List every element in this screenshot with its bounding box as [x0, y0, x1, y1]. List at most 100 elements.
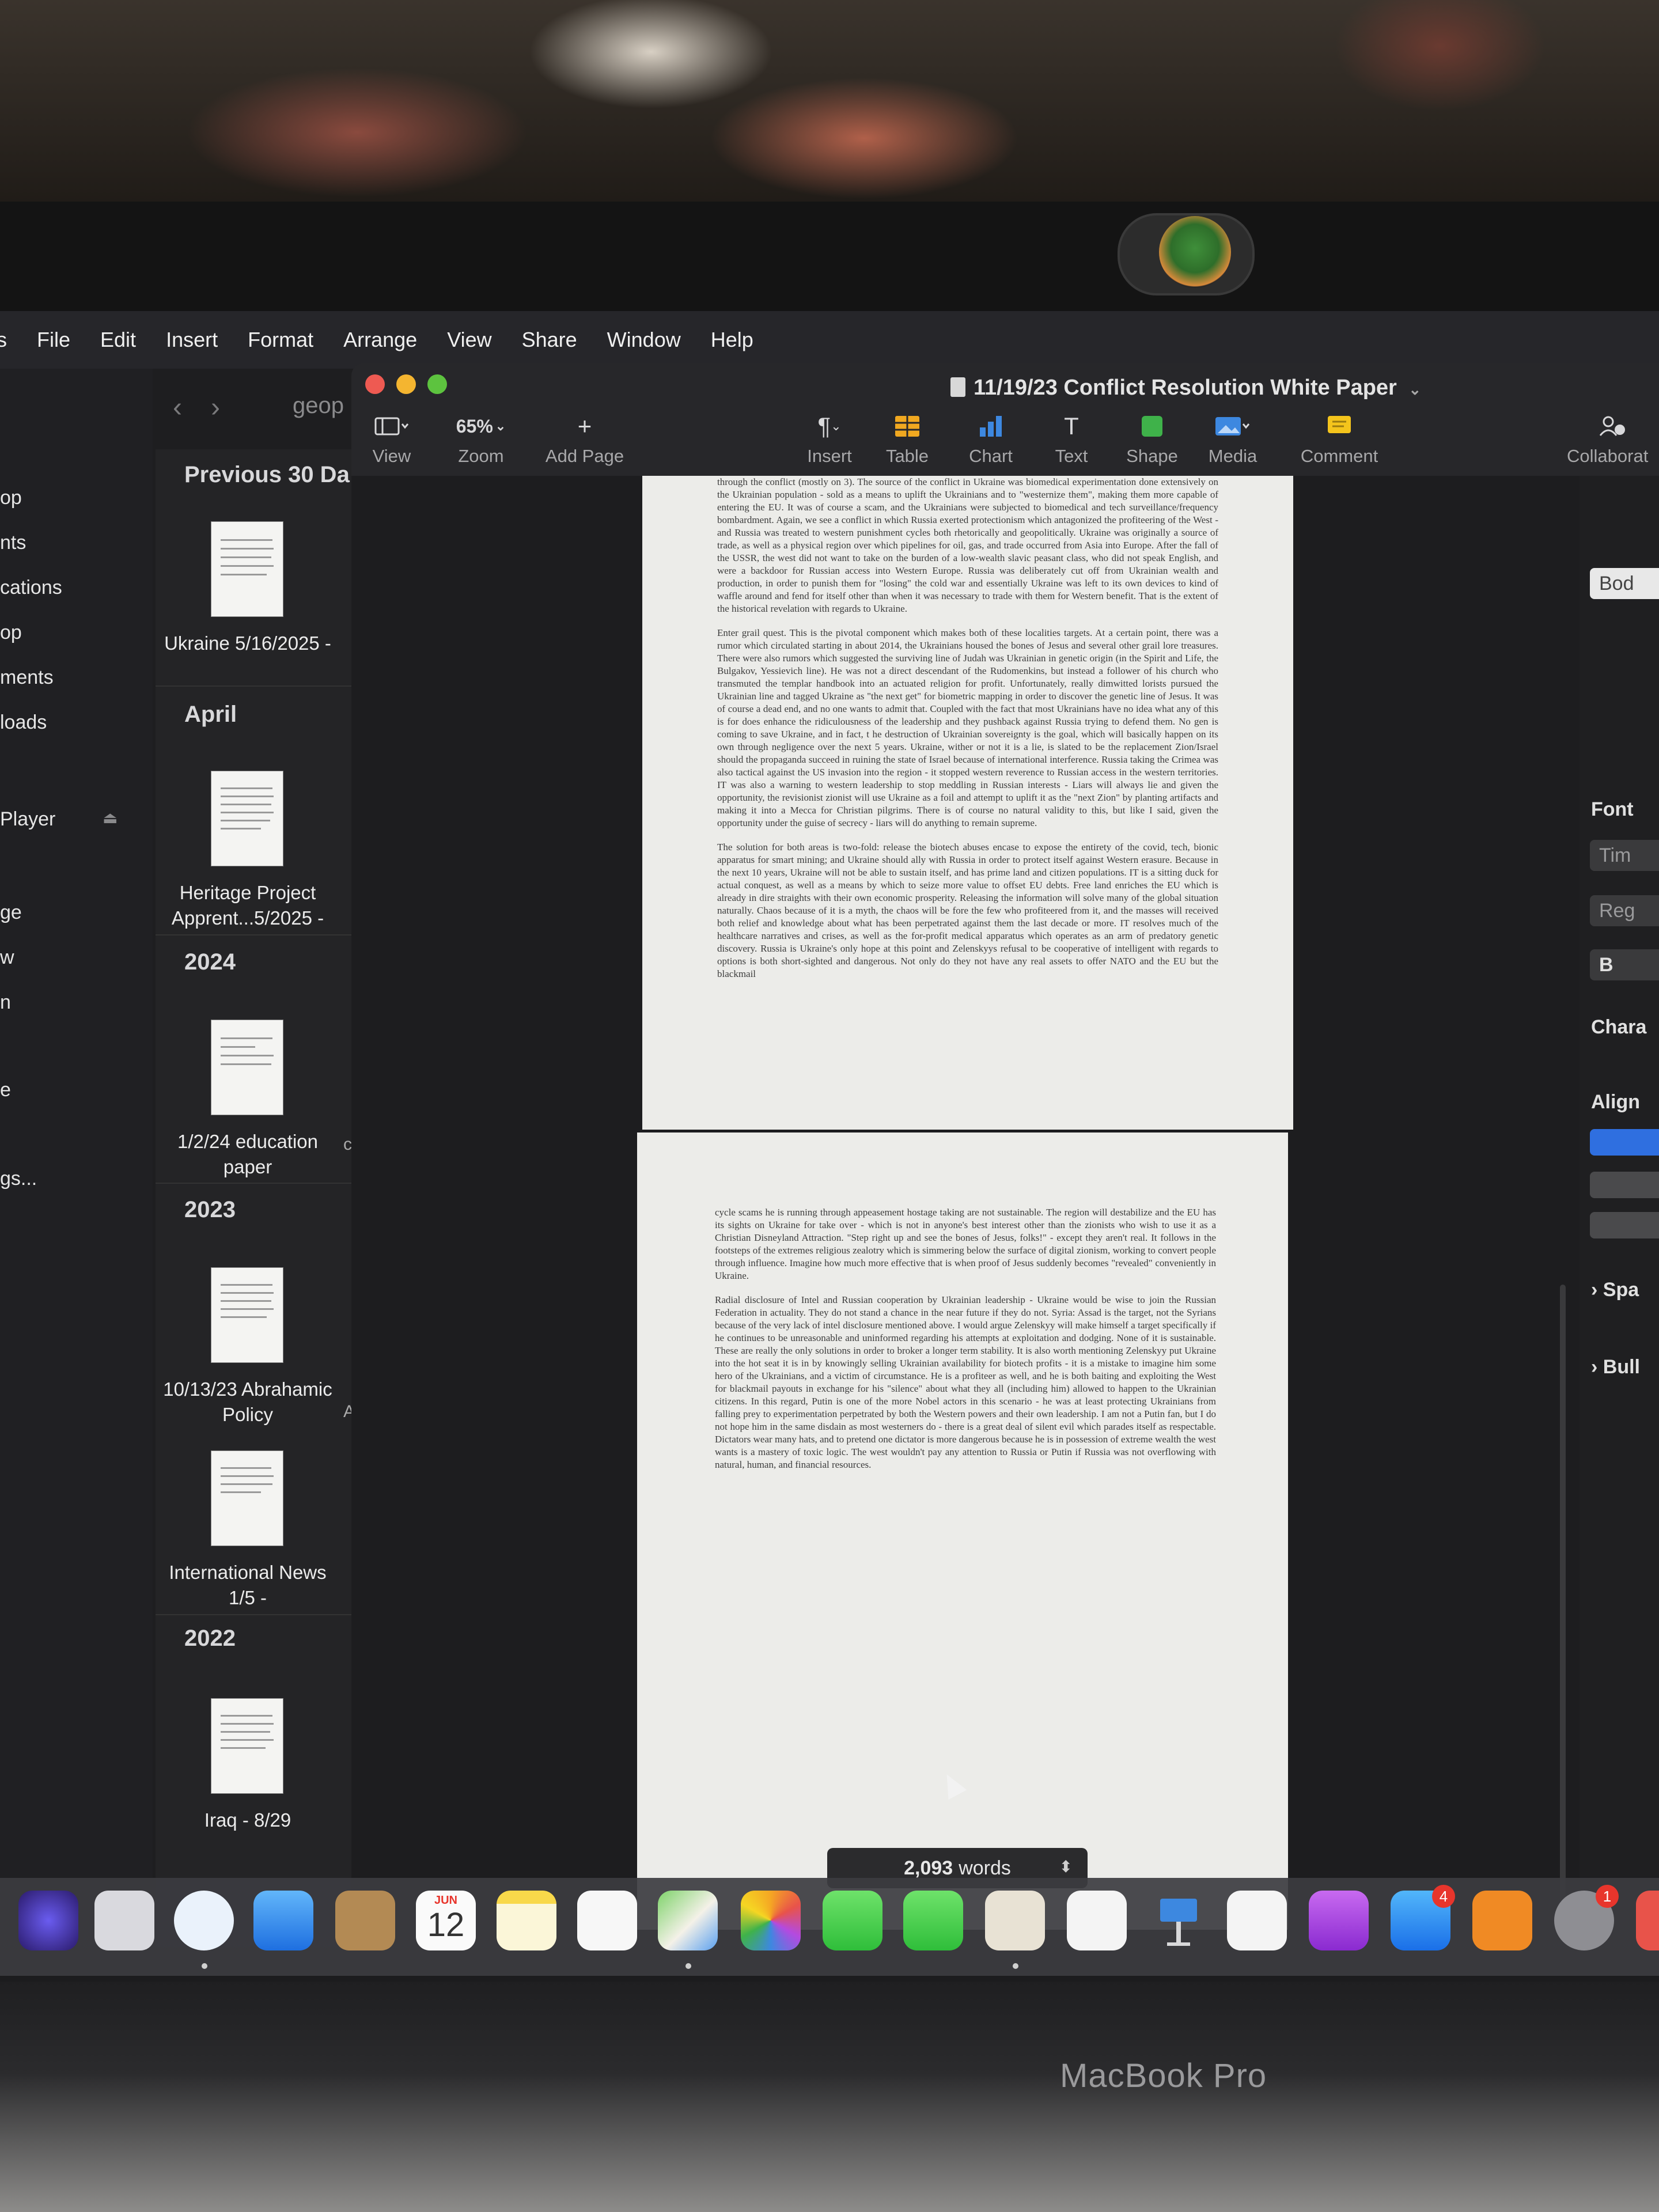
insert-button[interactable]: ¶ ⌄ Insert — [798, 409, 861, 467]
sidebar-item-player[interactable]: Player — [0, 808, 55, 831]
pages-icon[interactable] — [985, 1891, 1045, 1950]
document-canvas[interactable]: through the conflict (mostly on 3). The … — [351, 476, 1659, 1930]
table-button[interactable]: Table — [878, 409, 936, 467]
siri-icon[interactable] — [18, 1891, 78, 1950]
mail-icon[interactable] — [253, 1891, 313, 1950]
menu-window[interactable]: Window — [607, 328, 681, 352]
media-button[interactable]: Media — [1201, 409, 1264, 467]
doc-thumbnail[interactable] — [211, 1698, 283, 1794]
contacts-icon[interactable] — [335, 1891, 395, 1950]
sidebar-item-ge[interactable]: ge — [0, 902, 22, 924]
paragraph[interactable]: cycle scams he is running through appeas… — [715, 1206, 1216, 1282]
document-page-1[interactable]: through the conflict (mostly on 3). The … — [642, 476, 1293, 1130]
doc-thumbnail[interactable] — [211, 1267, 283, 1363]
shape-button[interactable]: Shape — [1123, 409, 1181, 467]
numbers-icon[interactable] — [1067, 1891, 1127, 1950]
doc-thumbnail[interactable] — [211, 1450, 283, 1546]
paragraph[interactable]: Enter grail quest. This is the pivotal c… — [717, 627, 1218, 830]
text-label: Text — [1055, 446, 1088, 466]
webcam-cover-sticker-icon — [1159, 216, 1231, 288]
safari-icon[interactable] — [174, 1891, 234, 1950]
doc-label-iraq[interactable]: Iraq - 8/29 — [156, 1808, 340, 1833]
add-page-button[interactable]: + Add Page — [541, 409, 628, 467]
menu-insert[interactable]: Insert — [166, 328, 218, 352]
launchpad-icon[interactable] — [94, 1891, 154, 1950]
zoom-control[interactable]: 65% ⌄ Zoom — [444, 409, 518, 467]
back-icon[interactable]: ‹ — [173, 392, 182, 423]
zoom-value[interactable]: 65% ⌄ — [444, 409, 518, 444]
forward-icon[interactable]: › — [211, 392, 220, 423]
menu-help[interactable]: Help — [711, 328, 753, 352]
up-down-chevron-icon[interactable]: ⬍ — [1059, 1857, 1073, 1876]
eject-icon[interactable]: ⏏ — [103, 808, 118, 827]
view-button[interactable]: View — [369, 409, 415, 467]
align-option-button[interactable] — [1590, 1172, 1659, 1198]
sidebar-item-applications[interactable]: cations — [0, 577, 62, 599]
document-page-2[interactable]: cycle scams he is running through appeas… — [637, 1132, 1288, 1930]
collaborate-button[interactable]: Collaborat — [1567, 409, 1659, 467]
bold-button[interactable]: B — [1590, 949, 1659, 980]
menu-view[interactable]: View — [447, 328, 491, 352]
menu-edit[interactable]: Edit — [100, 328, 136, 352]
photos-icon[interactable] — [741, 1891, 801, 1950]
align-left-button[interactable] — [1590, 1129, 1659, 1156]
text-button[interactable]: T Text — [1043, 409, 1100, 467]
reminders-icon[interactable] — [577, 1891, 637, 1950]
doc-thumbnail[interactable] — [211, 521, 283, 617]
font-style-select[interactable]: Reg — [1590, 895, 1659, 926]
doc-label-ukraine[interactable]: Ukraine 5/16/2025 - — [156, 631, 340, 656]
news-icon[interactable] — [1227, 1891, 1287, 1950]
bullets-label[interactable]: › Bull — [1591, 1356, 1640, 1378]
page-1-body[interactable]: through the conflict (mostly on 3). The … — [717, 476, 1218, 992]
messages-icon[interactable] — [823, 1891, 882, 1950]
paragraph-style-button[interactable]: Bod — [1590, 568, 1659, 599]
chevron-down-icon[interactable]: ⌄ — [1408, 381, 1421, 398]
menu-share[interactable]: Share — [522, 328, 577, 352]
system-settings-icon[interactable]: 1 — [1554, 1885, 1619, 1950]
maps-icon[interactable] — [658, 1891, 718, 1950]
menu-file[interactable]: File — [37, 328, 70, 352]
doc-label-international-news[interactable]: International News 1/5 - — [156, 1560, 340, 1611]
comment-button[interactable]: Comment — [1296, 409, 1382, 467]
sidebar-item-settings[interactable]: gs... — [0, 1168, 37, 1190]
menu-arrange[interactable]: Arrange — [343, 328, 417, 352]
close-button[interactable] — [365, 374, 385, 394]
font-name-select[interactable]: Tim — [1590, 840, 1659, 871]
sidebar-item-desktop-2[interactable]: op — [0, 622, 22, 644]
minimize-button[interactable] — [396, 374, 416, 394]
paragraph[interactable]: The solution for both areas is two-fold:… — [717, 841, 1218, 980]
scrollbar[interactable] — [1560, 1285, 1566, 1930]
sidebar-item-n[interactable]: n — [0, 991, 11, 1014]
doc-label-partial[interactable]: c — [343, 1135, 352, 1154]
paragraph[interactable]: Radial disclosure of Intel and Russian c… — [715, 1294, 1216, 1471]
app-icon-partial[interactable] — [1636, 1891, 1659, 1950]
books-icon[interactable] — [1472, 1891, 1532, 1950]
chart-button[interactable]: Chart — [962, 409, 1020, 467]
doc-label-heritage[interactable]: Heritage Project Apprent...5/2025 - — [156, 880, 340, 931]
doc-label-education[interactable]: 1/2/24 education paper — [156, 1129, 340, 1180]
notes-icon[interactable] — [497, 1891, 556, 1950]
spacing-label[interactable]: › Spa — [1591, 1279, 1639, 1301]
sidebar-item-w[interactable]: w — [0, 946, 14, 969]
sidebar-item-desktop[interactable]: op — [0, 487, 22, 509]
sidebar-item-downloads[interactable]: loads — [0, 711, 47, 734]
app-store-icon[interactable]: 4 — [1391, 1885, 1455, 1950]
paragraph[interactable]: through the conflict (mostly on 3). The … — [717, 476, 1218, 615]
doc-label-abrahamic[interactable]: 10/13/23 Abrahamic Policy — [156, 1377, 340, 1427]
sidebar-item-documents[interactable]: nts — [0, 532, 26, 554]
doc-thumbnail[interactable] — [211, 771, 283, 866]
keynote-icon[interactable] — [1149, 1891, 1209, 1950]
doc-thumbnail[interactable] — [211, 1020, 283, 1115]
zoom-window-button[interactable] — [427, 374, 447, 394]
calendar-icon[interactable]: JUN 12 — [416, 1891, 476, 1950]
page-2-body[interactable]: cycle scams he is running through appeas… — [715, 1206, 1216, 1483]
podcasts-icon[interactable] — [1309, 1891, 1369, 1950]
menu-format[interactable]: Format — [248, 328, 313, 352]
sidebar-item-e[interactable]: e — [0, 1079, 11, 1101]
app-store-badge: 4 — [1432, 1885, 1455, 1908]
align-option-button[interactable] — [1590, 1212, 1659, 1238]
facetime-icon[interactable] — [903, 1891, 963, 1950]
menu-app-partial[interactable]: s — [0, 328, 7, 352]
window-title[interactable]: 11/19/23 Conflict Resolution White Paper… — [950, 376, 1421, 400]
sidebar-item-documents-2[interactable]: ments — [0, 666, 54, 689]
